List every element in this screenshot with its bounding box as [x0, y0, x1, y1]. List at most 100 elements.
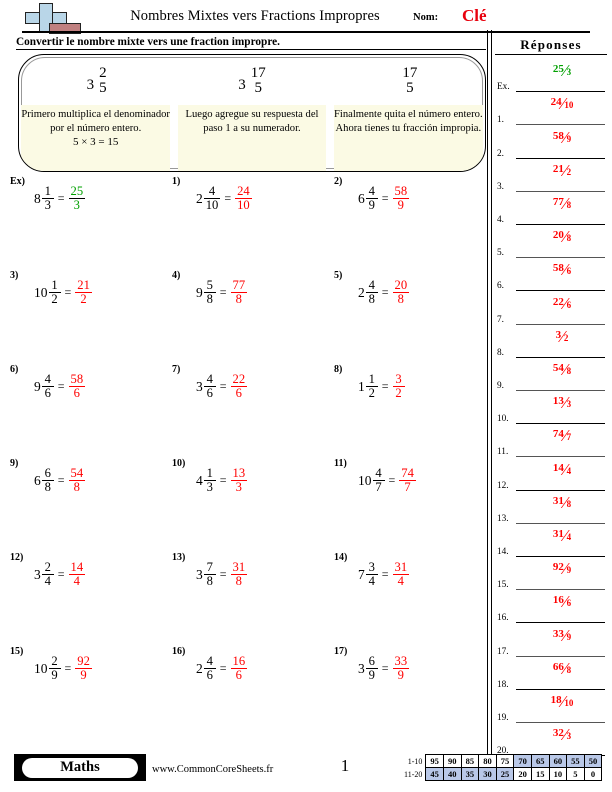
page-header: Nombres Mixtes vers Fractions Impropres …: [0, 0, 612, 34]
equals-sign: =: [57, 473, 65, 488]
mixed-whole: 7: [358, 566, 365, 582]
mixed-denominator: 8: [206, 292, 213, 307]
answer-row[interactable]: 11. 74 ⁄ 7: [495, 424, 607, 458]
score-cell[interactable]: 75: [495, 754, 515, 768]
mixed-fraction: 12: [365, 373, 378, 400]
answer-numerator: 31: [394, 560, 408, 574]
answer-numerator: 32: [552, 727, 564, 740]
score-cell[interactable]: 0: [583, 767, 603, 781]
answer-row[interactable]: 2. 58 ⁄ 9: [495, 125, 607, 159]
answer-row[interactable]: 17. 33 ⁄ 9: [495, 623, 607, 657]
answer-row[interactable]: 13. 31 ⁄ 8: [495, 491, 607, 524]
problem-row: 15) 10 2 9 = 92 9 16) 2 4 6 = 16 6 17) 3 6 9 = 33 9: [0, 646, 487, 740]
answer-fraction: 22 6: [230, 373, 248, 400]
answer-row[interactable]: 9. 54 ⁄ 8: [495, 358, 607, 391]
instruction-text: Convertir le nombre mixte vers une fract…: [16, 36, 280, 48]
answer-fraction: 31 8: [230, 560, 248, 588]
answer-row[interactable]: 8. 3 ⁄ 2: [495, 325, 607, 358]
score-cell[interactable]: 90: [442, 754, 462, 768]
problem-13: 13) 3 7 8 = 31 8: [162, 552, 324, 646]
problem-number: 15): [10, 646, 24, 657]
mixed-denominator: 9: [368, 198, 375, 213]
mixed-fraction: 58: [203, 279, 216, 307]
problem-expression: 9 5 8 = 77 8: [196, 279, 248, 306]
problem-10: 10) 4 1 3 = 13 3: [162, 458, 324, 552]
mixed-whole: 4: [196, 472, 203, 488]
score-cell[interactable]: 5: [566, 767, 585, 781]
answer-row[interactable]: 18. 66 ⁄ 8: [495, 657, 607, 690]
answer-row[interactable]: 19. 18 ⁄ 10: [495, 690, 607, 723]
score-cell[interactable]: 95: [425, 754, 444, 768]
score-cell[interactable]: 85: [460, 754, 480, 768]
mixed-fraction: 24: [41, 560, 54, 588]
mixed-whole: 1: [358, 378, 365, 394]
name-value: Clé: [462, 6, 487, 25]
score-cell[interactable]: 15: [530, 767, 550, 781]
score-cell[interactable]: 65: [530, 754, 550, 768]
answer-row[interactable]: 7. 22 ⁄ 6: [495, 291, 607, 325]
answer-denominator: 7: [566, 432, 572, 443]
step-1-whole: 3: [86, 77, 95, 93]
answer-value: 21 ⁄ 2: [519, 162, 605, 189]
answer-denominator: 2: [566, 166, 572, 177]
score-cell[interactable]: 20: [513, 767, 532, 781]
step-3: 17 5 Finalmente quita el número entero. …: [330, 55, 485, 171]
column-divider-outer: [487, 30, 488, 755]
problem-14: 14) 7 3 4 = 31 4: [324, 552, 486, 646]
answer-label: 2.: [497, 148, 504, 159]
answer-numerator: 21: [77, 278, 90, 292]
step-1-numerator: 2: [99, 65, 107, 81]
answer-numerator: 31: [232, 560, 246, 574]
score-cell[interactable]: 55: [566, 754, 585, 768]
answer-numerator: 14: [552, 461, 564, 474]
answer-denominator: 3: [566, 731, 572, 742]
answer-row[interactable]: 6. 58 ⁄ 6: [495, 258, 607, 292]
score-cell[interactable]: 70: [513, 754, 532, 768]
mixed-fraction: 4 10: [203, 185, 221, 212]
mixed-numerator: 2: [44, 560, 51, 574]
score-cell[interactable]: 60: [548, 754, 568, 768]
score-cell[interactable]: 30: [478, 767, 497, 781]
problem-expression: 3 7 8 = 31 8: [196, 561, 248, 588]
answer-label: 3.: [497, 181, 504, 192]
answer-row[interactable]: 16. 16 ⁄ 6: [495, 590, 607, 624]
slash-icon: ⁄: [563, 359, 567, 379]
answer-row[interactable]: Ex. 25 ⁄ 3: [495, 59, 607, 93]
score-cell[interactable]: 45: [425, 767, 444, 781]
mixed-numerator: 4: [206, 654, 213, 668]
equals-sign: =: [381, 285, 389, 300]
answer-value: 18 ⁄ 10: [519, 693, 605, 720]
score-cell[interactable]: 50: [583, 754, 603, 768]
answer-row[interactable]: 3. 21 ⁄ 2: [495, 159, 607, 192]
answer-denominator: 6: [566, 598, 572, 609]
answer-denominator: 9: [566, 631, 572, 642]
answer-row[interactable]: 5. 20 ⁄ 8: [495, 225, 607, 259]
answer-denominator: 8: [566, 498, 572, 509]
score-cell[interactable]: 25: [495, 767, 515, 781]
score-cell[interactable]: 35: [460, 767, 480, 781]
answer-row[interactable]: 10. 13 ⁄ 3: [495, 391, 607, 425]
answer-row[interactable]: 15. 92 ⁄ 9: [495, 557, 607, 591]
answer-fraction: 58 6: [68, 373, 86, 400]
answer-row[interactable]: 14. 31 ⁄ 4: [495, 524, 607, 557]
mixed-numerator: 1: [51, 278, 58, 292]
answer-numerator: 33: [552, 627, 564, 640]
answer-denominator: 4: [397, 574, 404, 589]
mixed-whole: 3: [358, 660, 365, 676]
answer-numerator: 77: [552, 195, 564, 208]
step-2-text-block: Luego agregue su respuesta del paso 1 a …: [178, 105, 326, 171]
answer-row[interactable]: 1. 24 ⁄ 10: [495, 92, 607, 126]
answer-value: 22 ⁄ 6: [519, 295, 605, 322]
equals-sign: =: [388, 473, 396, 488]
score-row: 11-20 45 40 35 30 25 20 15 10 5 0: [404, 767, 603, 781]
answer-row[interactable]: 4. 77 ⁄ 8: [495, 192, 607, 225]
score-cell[interactable]: 80: [478, 754, 497, 768]
answer-numerator: 20: [394, 278, 408, 292]
mixed-numerator: 4: [44, 372, 51, 386]
score-cell[interactable]: 10: [548, 767, 568, 781]
answer-value: 13 ⁄ 3: [519, 394, 605, 421]
mixed-fraction: 13: [203, 467, 216, 494]
answer-row[interactable]: 12. 14 ⁄ 4: [495, 457, 607, 491]
answer-denominator: 4: [566, 465, 572, 476]
score-cell[interactable]: 40: [442, 767, 462, 781]
